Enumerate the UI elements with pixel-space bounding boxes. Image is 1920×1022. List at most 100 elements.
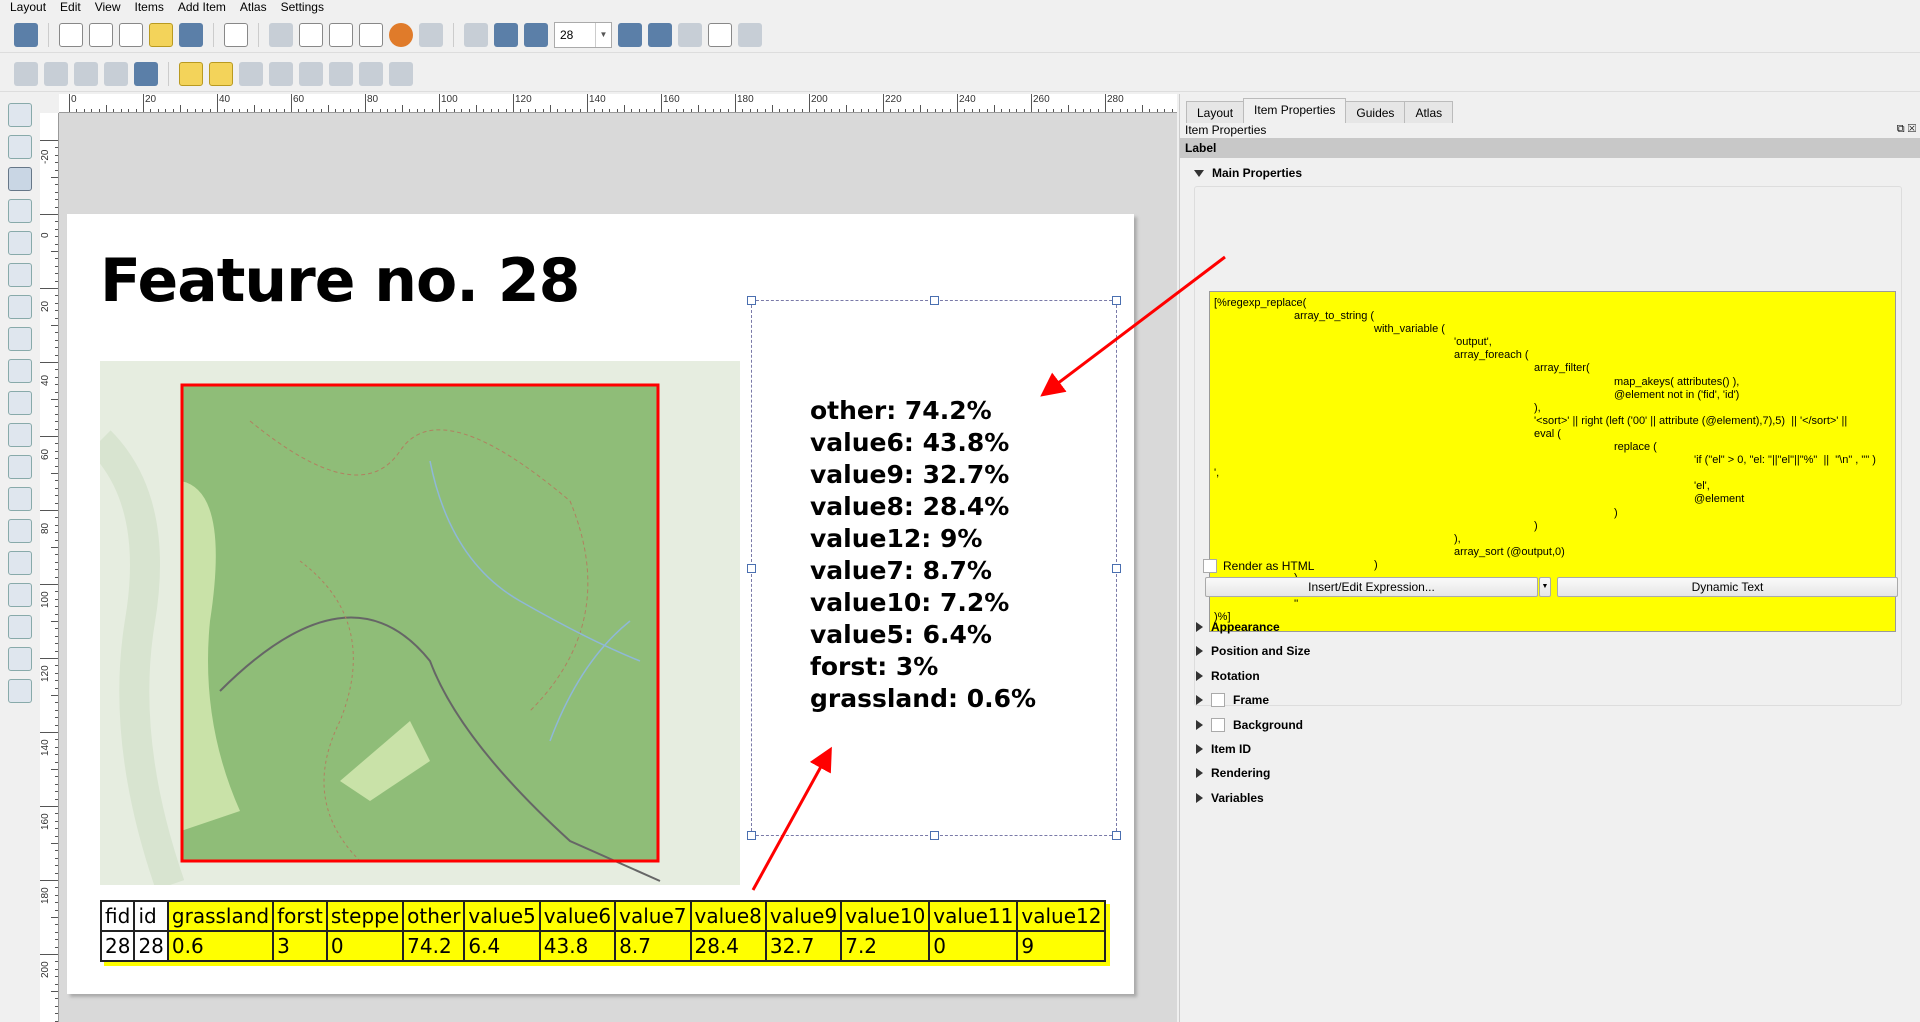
- tab-guides[interactable]: Guides: [1345, 101, 1406, 123]
- zoom-100-icon[interactable]: [74, 61, 98, 86]
- previous-feature-icon[interactable]: [524, 22, 548, 47]
- tab-atlas[interactable]: Atlas: [1404, 101, 1454, 123]
- new-layout-icon[interactable]: [59, 22, 83, 47]
- section-label: Background: [1233, 717, 1304, 732]
- insert-edit-expression-button[interactable]: Insert/Edit Expression...: [1205, 577, 1538, 597]
- float-icon[interactable]: ⧉: [1897, 123, 1905, 135]
- section-rendering[interactable]: Rendering: [1196, 766, 1270, 780]
- atlas-settings-icon[interactable]: [738, 22, 762, 47]
- open-template-icon[interactable]: [149, 22, 173, 47]
- menu-layout[interactable]: Layout: [10, 0, 46, 16]
- chevron-down-icon[interactable]: ▼: [595, 22, 611, 47]
- lock-items-icon[interactable]: [179, 61, 203, 86]
- resize-handle[interactable]: [1112, 564, 1121, 573]
- section-position-and-size[interactable]: Position and Size: [1196, 644, 1310, 658]
- add-north-arrow-icon[interactable]: [8, 455, 32, 479]
- add-arrow-icon[interactable]: [8, 551, 32, 575]
- unlock-items-icon[interactable]: [209, 61, 233, 86]
- raise-icon[interactable]: [299, 61, 323, 86]
- dynamic-text-dropdown[interactable]: Dynamic Text: [1557, 577, 1898, 597]
- close-icon[interactable]: ☒: [1908, 123, 1916, 135]
- first-feature-icon[interactable]: [494, 22, 518, 47]
- resize-handle[interactable]: [930, 831, 939, 840]
- zoom-in-icon[interactable]: [14, 61, 38, 86]
- group-icon[interactable]: [239, 61, 263, 86]
- expand-icon: [1196, 670, 1203, 681]
- map-item[interactable]: [89, 361, 740, 890]
- print-icon[interactable]: [269, 22, 293, 47]
- undo-icon[interactable]: [389, 22, 413, 47]
- atlas-preview-icon[interactable]: [464, 22, 488, 47]
- last-feature-icon[interactable]: [648, 22, 672, 47]
- menu-edit[interactable]: Edit: [60, 0, 81, 16]
- ungroup-icon[interactable]: [269, 61, 293, 86]
- section-variables[interactable]: Variables: [1196, 791, 1264, 805]
- section-frame[interactable]: Frame: [1196, 693, 1269, 708]
- section-item-id[interactable]: Item ID: [1196, 742, 1251, 756]
- export-image-icon[interactable]: [299, 22, 323, 47]
- tab-item-properties[interactable]: Item Properties: [1243, 98, 1347, 123]
- background-checkbox[interactable]: [1211, 717, 1225, 732]
- align-icon[interactable]: [329, 61, 353, 86]
- add-marker-icon[interactable]: [8, 519, 32, 543]
- save-template-icon[interactable]: [179, 22, 203, 47]
- add-3d-map-icon[interactable]: [8, 295, 32, 319]
- redo-icon[interactable]: [419, 22, 443, 47]
- frame-checkbox[interactable]: [1211, 693, 1225, 708]
- layout-canvas[interactable]: Feature no. 28 other: 74.2% value6: 43.8%…: [59, 113, 1177, 1022]
- distribute-icon[interactable]: [359, 61, 383, 86]
- add-html-icon[interactable]: [8, 615, 32, 639]
- resize-handle[interactable]: [1112, 831, 1121, 840]
- section-background[interactable]: Background: [1196, 717, 1304, 732]
- zoom-tool-icon[interactable]: [8, 135, 32, 159]
- menu-atlas[interactable]: Atlas: [240, 0, 267, 16]
- menu-view[interactable]: View: [95, 0, 121, 16]
- pan-icon[interactable]: [8, 103, 32, 127]
- add-shape-icon[interactable]: [8, 487, 32, 511]
- expression-dropdown-button[interactable]: ▼: [1539, 577, 1551, 597]
- add-attribute-table-icon[interactable]: [8, 647, 32, 671]
- add-scalebar-icon[interactable]: [8, 423, 32, 447]
- export-pdf-icon[interactable]: [359, 22, 383, 47]
- add-picture-icon[interactable]: [8, 327, 32, 351]
- add-map-icon[interactable]: [8, 263, 32, 287]
- selected-label-item[interactable]: other: 74.2% value6: 43.8% value9: 32.7% va…: [747, 296, 1121, 840]
- atlas-page-combobox[interactable]: 28 ▼: [554, 21, 612, 48]
- add-label-icon[interactable]: [8, 359, 32, 383]
- export-svg-icon[interactable]: [329, 22, 353, 47]
- select-icon[interactable]: [8, 167, 32, 191]
- print-atlas-icon[interactable]: [678, 22, 702, 47]
- ruler-label: 60: [40, 448, 51, 460]
- refresh-icon[interactable]: [134, 61, 158, 86]
- resize-handle[interactable]: [747, 296, 756, 305]
- add-legend-icon[interactable]: [8, 391, 32, 415]
- section-appearance[interactable]: Appearance: [1196, 620, 1280, 634]
- resize-handle[interactable]: [747, 564, 756, 573]
- menu-items[interactable]: Items: [135, 0, 164, 16]
- checkbox[interactable]: [1203, 559, 1217, 573]
- resize-icon[interactable]: [389, 61, 413, 86]
- tab-layout[interactable]: Layout: [1186, 101, 1245, 123]
- export-atlas-icon[interactable]: [708, 22, 732, 47]
- resize-handle[interactable]: [930, 296, 939, 305]
- resize-handle[interactable]: [747, 831, 756, 840]
- add-polyline-icon[interactable]: [8, 583, 32, 607]
- main-properties-header[interactable]: Main Properties: [1194, 166, 1302, 180]
- zoom-out-icon[interactable]: [44, 61, 68, 86]
- move-content-icon[interactable]: [8, 199, 32, 223]
- menu-add-item[interactable]: Add Item: [178, 0, 226, 16]
- menu-settings[interactable]: Settings: [281, 0, 324, 16]
- zoom-full-icon[interactable]: [104, 61, 128, 86]
- layout-manager-icon[interactable]: [119, 22, 143, 47]
- add-fixed-table-icon[interactable]: [8, 679, 32, 703]
- resize-handle[interactable]: [1112, 296, 1121, 305]
- render-as-html-checkbox[interactable]: Render as HTML: [1203, 559, 1314, 573]
- edit-nodes-icon[interactable]: [8, 231, 32, 255]
- save-icon[interactable]: [14, 22, 38, 47]
- section-rotation[interactable]: Rotation: [1196, 669, 1260, 683]
- next-feature-icon[interactable]: [618, 22, 642, 47]
- page-setup-icon[interactable]: [224, 22, 248, 47]
- attribute-table-item[interactable]: fid id grassland forst steppe other value5 valu…: [99, 900, 1107, 962]
- title-label[interactable]: Feature no. 28: [100, 246, 580, 316]
- duplicate-layout-icon[interactable]: [89, 22, 113, 47]
